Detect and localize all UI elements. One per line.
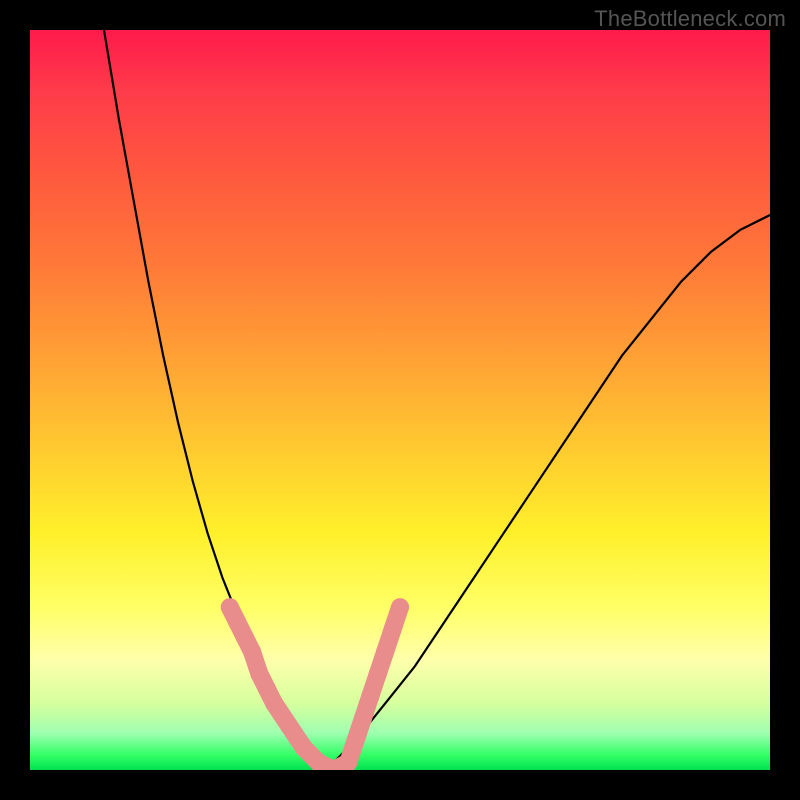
marker-group (221, 598, 409, 770)
plot-area (30, 30, 770, 770)
marker-layer (30, 30, 770, 770)
chart-container: TheBottleneck.com (0, 0, 800, 800)
watermark-text: TheBottleneck.com (594, 6, 786, 32)
marker-dot (391, 598, 409, 616)
